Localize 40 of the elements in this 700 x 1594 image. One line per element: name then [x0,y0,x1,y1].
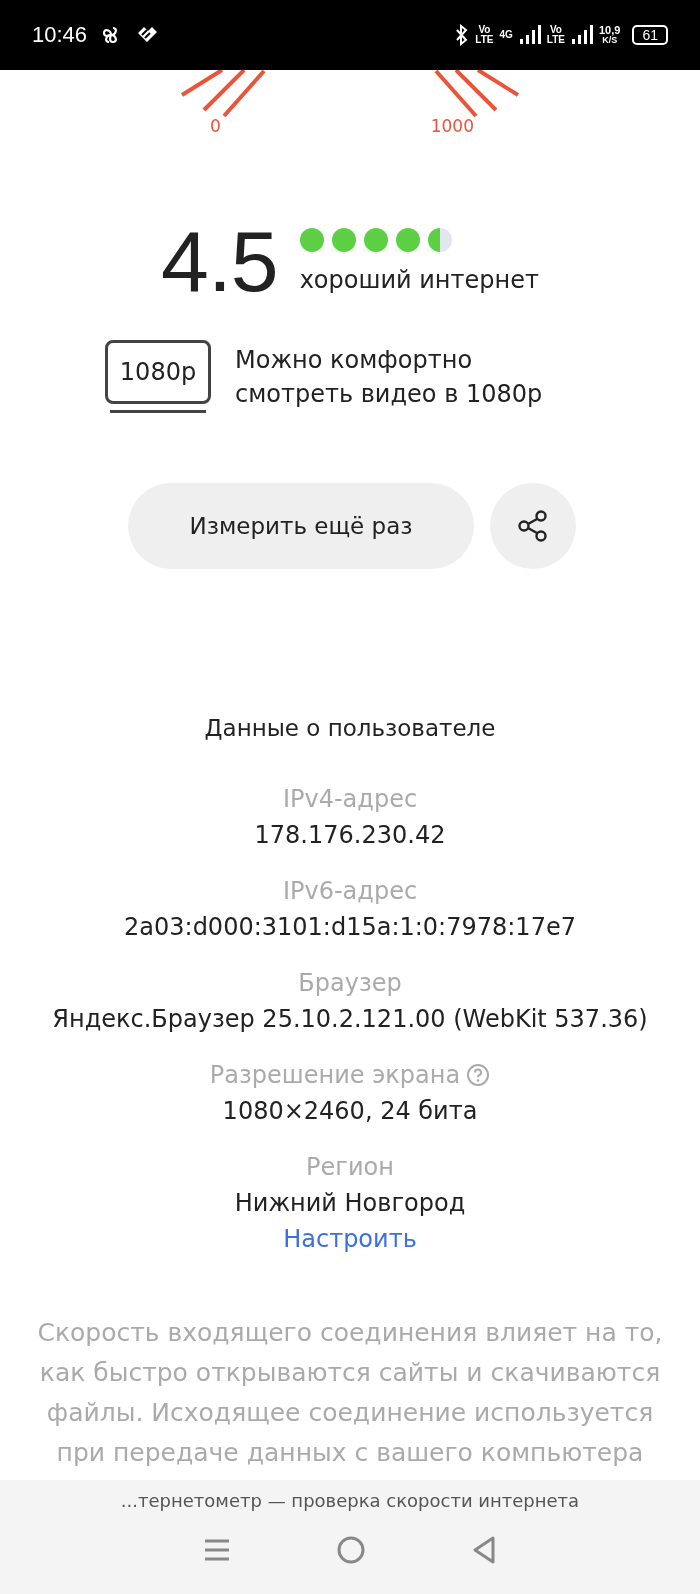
field-value: 178.176.230.42 [254,820,446,851]
field-label: Разрешение экрана [209,1060,461,1091]
gauge-max-label: 1000 [430,116,474,136]
speed-score: 4.5 [161,216,278,306]
share-icon [516,509,550,543]
back-icon [471,1535,498,1565]
field-value: Яндекс.Браузер 25.10.2.121.00 (WebKit 537.36) [52,1004,648,1035]
network-label: 4G [499,30,513,40]
rating-dot [427,228,452,252]
home-icon [336,1535,366,1565]
section-title: Данные о пользователе [204,715,496,741]
network-label: Vo LTE [546,25,565,45]
field-label: Браузер [298,968,402,999]
rating-dot [363,228,388,252]
speed-value: 10,9 [599,25,621,36]
bluetooth-icon [453,24,470,46]
field-value: 1080×2460, 24 бита [222,1096,478,1127]
description-text: Скорость входящего соединения влияет на то, как быстро открываются сайты и скачиваются файлы. Исходящее соединение используется при передаче данных с вашего компьютера [36,1317,664,1469]
settings-link[interactable]: Настроить [283,1221,417,1257]
rating-dot [299,228,324,252]
speed-unit: K/S [602,36,618,45]
monitor-icon: 1080p [105,340,211,404]
help-icon [466,1063,491,1087]
rating-dot [395,228,420,252]
signal-icon [571,25,593,45]
rating-verdict: хороший интернет [299,266,539,294]
field-label: IPv6-адрес [282,876,418,907]
retry-button[interactable]: Измерить ещё раз [128,483,474,569]
battery-indicator: 61 [632,25,668,45]
network-label: Vo LTE [475,25,494,45]
video-quality-text: Можно комфортно смотреть видео в 1080p [235,344,544,410]
rating-dot [331,228,356,252]
page-title: ...тернетометр — проверка скорости интернета [119,1490,581,1511]
clock-time: 10:46 [32,22,88,48]
field-label: IPv4-адрес [282,784,418,815]
signal-icon [518,25,541,45]
field-label: Регион [306,1152,394,1183]
field-value: 2a03:d000:3101:d15a:1:0:7978:17e7 [124,912,576,943]
field-value: Нижний Новгород [234,1188,466,1219]
gauge-min-label: 0 [210,116,221,136]
